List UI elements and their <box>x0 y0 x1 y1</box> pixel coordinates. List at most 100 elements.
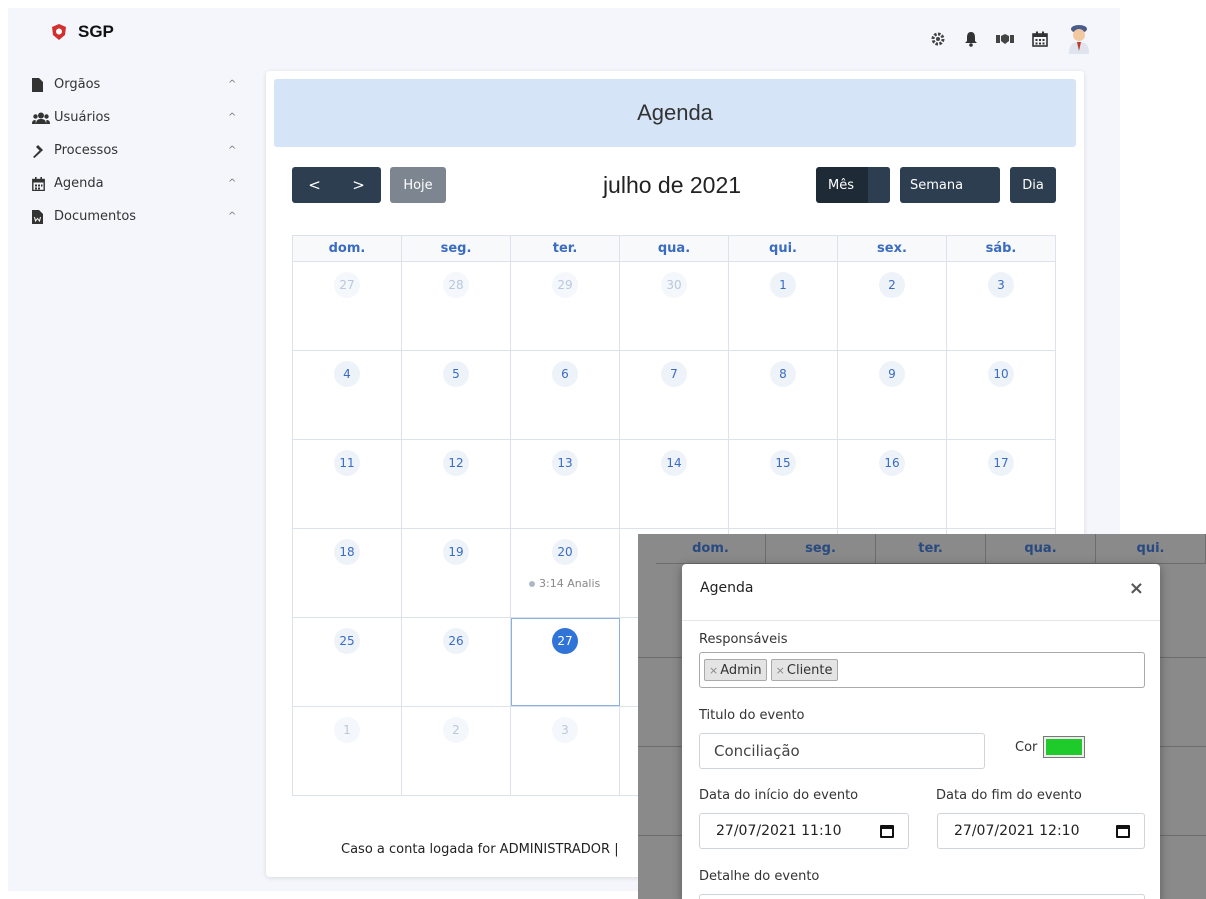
day-number[interactable]: 27 <box>334 272 360 298</box>
calendar-day[interactable]: 12 <box>402 440 511 528</box>
day-number[interactable]: 6 <box>552 361 578 387</box>
calendar-event[interactable]: 3:14 Analis <box>529 577 600 590</box>
day-number[interactable]: 20 <box>552 539 578 565</box>
day-number[interactable]: 14 <box>661 450 687 476</box>
sidebar-item-processos[interactable]: Processos ^ <box>32 134 242 167</box>
remove-tag-icon[interactable]: × <box>776 664 785 677</box>
calendar-day[interactable]: 4 <box>293 351 402 439</box>
day-view-button[interactable]: Dia <box>1010 167 1056 203</box>
responsaveis-select[interactable]: × Admin × Cliente <box>699 652 1145 688</box>
month-view-button[interactable]: Mês <box>816 167 890 203</box>
sidebar-item-label: Documentos <box>54 209 137 224</box>
calendar-day[interactable]: 11 <box>293 440 402 528</box>
calendar-day[interactable]: 20 3:14 Analis <box>511 529 620 617</box>
overlay-days-header: dom. seg. ter. qua. qui. <box>656 534 1206 564</box>
calendar-day[interactable]: 30 <box>620 262 729 350</box>
day-number[interactable]: 1 <box>334 717 360 743</box>
day-number[interactable]: 18 <box>334 539 360 565</box>
calendar-day[interactable]: 13 <box>511 440 620 528</box>
calendar-day[interactable]: 9 <box>838 351 947 439</box>
day-number[interactable]: 13 <box>552 450 578 476</box>
remove-tag-icon[interactable]: × <box>709 664 718 677</box>
day-number[interactable]: 1 <box>770 272 796 298</box>
chevron-up-icon[interactable]: ^ <box>228 178 242 189</box>
day-number[interactable]: 19 <box>443 539 469 565</box>
day-number[interactable]: 25 <box>334 628 360 654</box>
chevron-up-icon[interactable]: ^ <box>228 112 242 123</box>
calendar-day[interactable]: 29 <box>511 262 620 350</box>
calendar-day-today[interactable]: 27 <box>511 618 620 706</box>
calendar-day[interactable]: 15 <box>729 440 838 528</box>
user-avatar[interactable] <box>1066 24 1092 54</box>
sidebar-item-agenda[interactable]: Agenda ^ <box>32 167 242 200</box>
chevron-up-icon[interactable]: ^ <box>228 145 242 156</box>
chevron-up-icon[interactable]: ^ <box>228 79 242 90</box>
day-number[interactable]: 2 <box>443 717 469 743</box>
calendar-day[interactable]: 28 <box>402 262 511 350</box>
day-number[interactable]: 16 <box>879 450 905 476</box>
calendar-day[interactable]: 26 <box>402 618 511 706</box>
day-of-week: qua. <box>986 534 1096 563</box>
day-number[interactable]: 2 <box>879 272 905 298</box>
day-number[interactable]: 3 <box>552 717 578 743</box>
week-view-button[interactable]: Semana <box>900 167 1000 203</box>
sidebar: Orgãos ^ Usuários ^ Processos ^ Agenda ^… <box>32 68 242 233</box>
inicio-date-input[interactable]: 27/07/2021 11:10 <box>699 813 909 849</box>
sidebar-item-documentos[interactable]: Documentos ^ <box>32 200 242 233</box>
day-number[interactable]: 12 <box>443 450 469 476</box>
detalhe-textarea[interactable] <box>699 894 1145 899</box>
calendar-day[interactable]: 19 <box>402 529 511 617</box>
calendar-day[interactable]: 14 <box>620 440 729 528</box>
day-number[interactable]: 5 <box>443 361 469 387</box>
sidebar-item-orgaos[interactable]: Orgãos ^ <box>32 68 242 101</box>
calendar-day[interactable]: 2 <box>402 707 511 795</box>
calendar-day[interactable]: 1 <box>729 262 838 350</box>
calendar-day[interactable]: 7 <box>620 351 729 439</box>
calendar-icon[interactable] <box>1032 31 1048 47</box>
calendar-day[interactable]: 18 <box>293 529 402 617</box>
day-number[interactable]: 15 <box>770 450 796 476</box>
handshake-icon[interactable] <box>996 32 1014 46</box>
day-number[interactable]: 3 <box>988 272 1014 298</box>
chevron-up-icon[interactable]: ^ <box>228 211 242 222</box>
color-picker[interactable] <box>1043 736 1086 758</box>
calendar-day[interactable]: 17 <box>947 440 1056 528</box>
gear-icon[interactable] <box>930 31 946 47</box>
day-number[interactable]: 27 <box>552 628 578 654</box>
calendar-day[interactable]: 3 <box>947 262 1056 350</box>
day-number[interactable]: 26 <box>443 628 469 654</box>
today-button[interactable]: Hoje <box>390 167 446 203</box>
fim-date-input[interactable]: 27/07/2021 12:10 <box>937 813 1145 849</box>
calendar-day[interactable]: 25 <box>293 618 402 706</box>
calendar-day[interactable]: 10 <box>947 351 1056 439</box>
bell-icon[interactable] <box>964 31 978 47</box>
calendar-day[interactable]: 1 <box>293 707 402 795</box>
day-number[interactable]: 7 <box>661 361 687 387</box>
tag-admin[interactable]: × Admin <box>704 659 767 681</box>
calendar-day[interactable]: 5 <box>402 351 511 439</box>
titulo-input[interactable]: Conciliação <box>699 733 985 769</box>
day-number[interactable]: 28 <box>443 272 469 298</box>
calendar-icon[interactable] <box>1116 824 1130 838</box>
day-number[interactable]: 10 <box>988 361 1014 387</box>
day-number[interactable]: 30 <box>661 272 687 298</box>
calendar-day[interactable]: 8 <box>729 351 838 439</box>
day-number[interactable]: 17 <box>988 450 1014 476</box>
sidebar-item-usuarios[interactable]: Usuários ^ <box>32 101 242 134</box>
day-number[interactable]: 11 <box>334 450 360 476</box>
prev-button[interactable]: < <box>293 176 337 194</box>
day-number[interactable]: 4 <box>334 361 360 387</box>
calendar-day[interactable]: 16 <box>838 440 947 528</box>
tag-cliente[interactable]: × Cliente <box>770 659 838 681</box>
calendar-day[interactable]: 27 <box>293 262 402 350</box>
close-icon[interactable]: × <box>1129 578 1144 599</box>
next-button[interactable]: > <box>337 176 381 194</box>
day-number[interactable]: 29 <box>552 272 578 298</box>
logo[interactable]: SGP <box>52 22 114 42</box>
calendar-icon[interactable] <box>880 824 894 838</box>
calendar-day[interactable]: 2 <box>838 262 947 350</box>
day-number[interactable]: 8 <box>770 361 796 387</box>
day-number[interactable]: 9 <box>879 361 905 387</box>
calendar-day[interactable]: 6 <box>511 351 620 439</box>
calendar-day[interactable]: 3 <box>511 707 620 795</box>
